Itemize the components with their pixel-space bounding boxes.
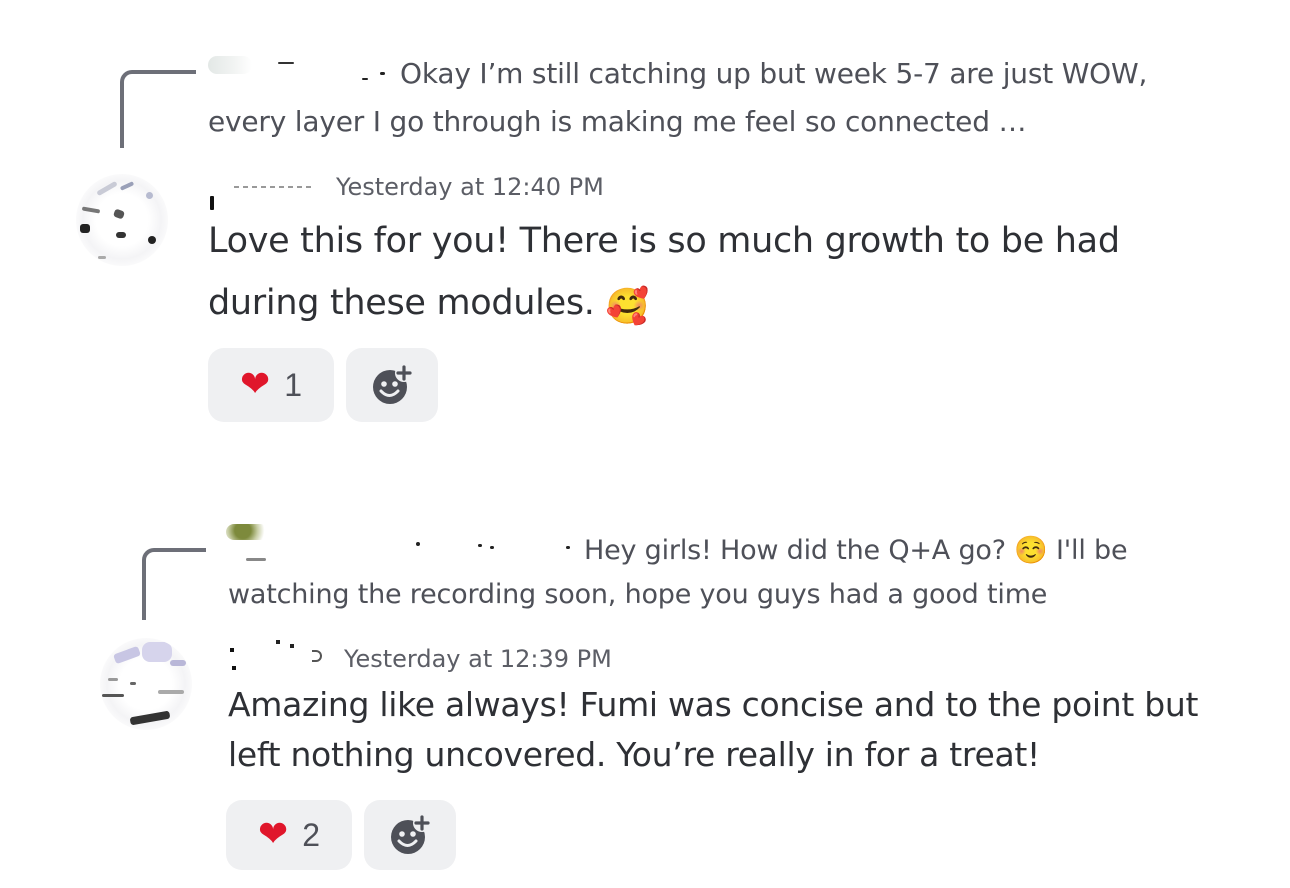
author-name-redacted[interactable] bbox=[228, 638, 328, 670]
reaction-count: 1 bbox=[284, 366, 302, 403]
heart-icon: ❤ bbox=[240, 364, 271, 405]
reply-spine bbox=[142, 548, 206, 620]
message-content: Amazing like always! Fumi was concise an… bbox=[228, 680, 1208, 780]
heart-reaction-button[interactable]: ❤ 2 bbox=[226, 800, 352, 870]
add-reaction-button[interactable] bbox=[364, 800, 456, 870]
timestamp: Yesterday at 12:40 PM bbox=[336, 173, 604, 201]
reaction-count: 2 bbox=[302, 816, 320, 853]
message-item[interactable]: Hey girls! How did the Q+A go? ☺️ I'll b… bbox=[0, 470, 1290, 888]
avatar[interactable] bbox=[100, 638, 192, 730]
add-reaction-icon bbox=[371, 364, 413, 406]
author-name-redacted[interactable] bbox=[208, 180, 318, 210]
heart-reaction-button[interactable]: ❤ 1 bbox=[208, 348, 334, 422]
reactions-bar: ❤ 2 bbox=[226, 800, 456, 870]
reply-preview-text[interactable]: Hey girls! How did the Q+A go? ☺️ I'll b… bbox=[228, 529, 1128, 617]
message-content: Love this for you! There is so much grow… bbox=[208, 210, 1188, 338]
add-reaction-button[interactable] bbox=[346, 348, 438, 422]
reply-spine bbox=[120, 70, 196, 148]
reactions-bar: ❤ 1 bbox=[208, 348, 438, 422]
timestamp: Yesterday at 12:39 PM bbox=[344, 645, 612, 673]
add-reaction-icon bbox=[389, 814, 431, 856]
message-text: Love this for you! There is so much grow… bbox=[208, 221, 1120, 323]
message-item[interactable]: Okay I’m still catching up but week 5-7 … bbox=[0, 0, 1290, 440]
reply-preview-text[interactable]: Okay I’m still catching up but week 5-7 … bbox=[208, 50, 1208, 146]
smiling-face-hearts-emoji: 🥰 bbox=[605, 287, 649, 327]
heart-icon: ❤ bbox=[258, 814, 289, 855]
message-text: Amazing like always! Fumi was concise an… bbox=[228, 685, 1199, 774]
avatar[interactable] bbox=[76, 174, 168, 266]
